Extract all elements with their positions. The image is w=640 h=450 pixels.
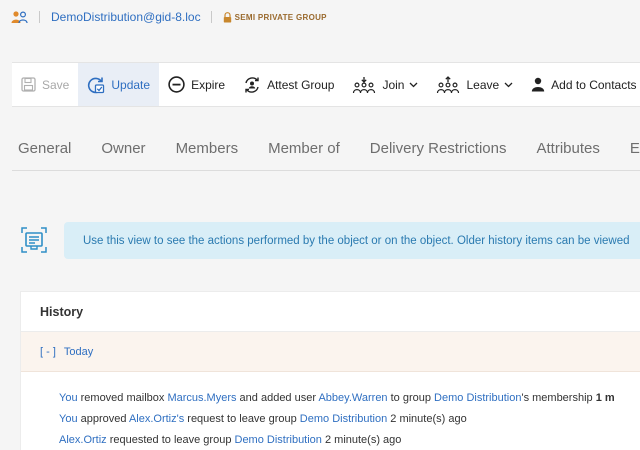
object-header: DemoDistribution@gid-8.loc SEMI PRIVATE … <box>0 0 640 34</box>
add-contact-icon <box>531 77 545 92</box>
entry-text: requested to leave group <box>106 434 235 446</box>
header-divider <box>39 11 40 23</box>
history-title: History <box>21 292 640 332</box>
join-icon <box>352 76 376 94</box>
join-button[interactable]: Join <box>343 63 427 106</box>
update-label: Update <box>111 77 151 92</box>
tab-attributes[interactable]: Attributes <box>536 140 599 157</box>
entry-text: 2 minute(s) ago <box>321 434 402 446</box>
info-banner: Use this view to see the actions perform… <box>64 222 640 259</box>
chevron-down-icon <box>504 82 513 88</box>
entry-text: request to leave group <box>184 413 300 425</box>
history-group-header: [ - ] Today <box>21 332 640 372</box>
add-contacts-label: Add to Contacts <box>551 77 637 92</box>
history-entries: You removed mailbox Marcus.Myers and add… <box>21 372 640 450</box>
entry-object-link[interactable]: Demo Distribution <box>434 392 521 404</box>
entry-time: 1 m <box>595 392 615 404</box>
entry-actor-link[interactable]: Alex.Ortiz <box>59 434 107 446</box>
add-to-contacts-button[interactable]: Add to Contacts <box>522 63 640 106</box>
tab-members[interactable]: Members <box>176 140 239 157</box>
info-view-icon <box>21 227 47 253</box>
tab-member-of[interactable]: Member of <box>268 140 340 157</box>
chevron-down-icon <box>409 82 418 88</box>
entry-text: to group <box>387 392 435 404</box>
entry-text: approved <box>77 413 129 425</box>
entry-actor-link[interactable]: You <box>59 392 78 404</box>
tab-general[interactable]: General <box>18 140 71 157</box>
group-email-link[interactable]: DemoDistribution@gid-8.loc <box>51 10 201 24</box>
attest-group-button[interactable]: Attest Group <box>234 63 343 106</box>
tabs-underline <box>12 170 640 171</box>
attest-icon <box>243 76 261 94</box>
tab-en[interactable]: En <box>630 140 640 157</box>
action-toolbar: Save Update Expire Attest Group Join Lea… <box>12 62 640 107</box>
leave-icon <box>436 75 460 94</box>
leave-button[interactable]: Leave <box>427 63 522 106</box>
entry-actor-link[interactable]: You <box>59 413 78 425</box>
group-members-icon <box>11 10 29 24</box>
entry-text: 2 minute(s) ago <box>387 413 467 425</box>
history-entry: You approved Alex.Ortiz's request to lea… <box>59 412 640 433</box>
entry-object-link[interactable]: Demo Distribution <box>235 434 322 446</box>
tab-owner[interactable]: Owner <box>101 140 145 157</box>
update-icon <box>87 76 105 94</box>
tab-delivery-restrictions[interactable]: Delivery Restrictions <box>370 140 507 157</box>
header-divider <box>210 11 212 23</box>
join-label: Join <box>382 77 405 92</box>
collapse-toggle[interactable]: [ - ] <box>40 346 56 358</box>
entry-text: 's membership <box>521 392 596 404</box>
expire-icon <box>168 76 185 93</box>
lock-icon <box>223 11 232 23</box>
history-card: History [ - ] Today You removed mailbox … <box>20 291 640 450</box>
entry-text: removed mailbox <box>77 392 168 404</box>
save-label: Save <box>42 77 70 92</box>
history-entry: You removed mailbox Marcus.Myers and add… <box>59 391 640 412</box>
history-entry: Alex.Ortiz requested to leave group Demo… <box>59 433 640 450</box>
entry-object-link[interactable]: Abbey.Warren <box>318 392 387 404</box>
save-icon <box>21 77 36 92</box>
attest-label: Attest Group <box>267 77 335 92</box>
info-banner-text: Use this view to see the actions perform… <box>83 234 630 247</box>
leave-label: Leave <box>466 77 500 92</box>
entry-object-link[interactable]: Demo Distribution <box>300 413 387 425</box>
history-group-label[interactable]: Today <box>64 346 93 358</box>
entry-object-link[interactable]: Marcus.Myers <box>167 392 236 404</box>
save-button[interactable]: Save <box>12 63 78 106</box>
update-button[interactable]: Update <box>78 63 160 106</box>
expire-button[interactable]: Expire <box>159 63 234 106</box>
entry-object-link[interactable]: Alex.Ortiz's <box>129 413 184 425</box>
entry-text: and added user <box>236 392 319 404</box>
tab-bar: General Owner Members Member of Delivery… <box>0 124 640 172</box>
expire-label: Expire <box>191 77 226 92</box>
group-type-label: SEMI PRIVATE GROUP <box>234 12 327 22</box>
